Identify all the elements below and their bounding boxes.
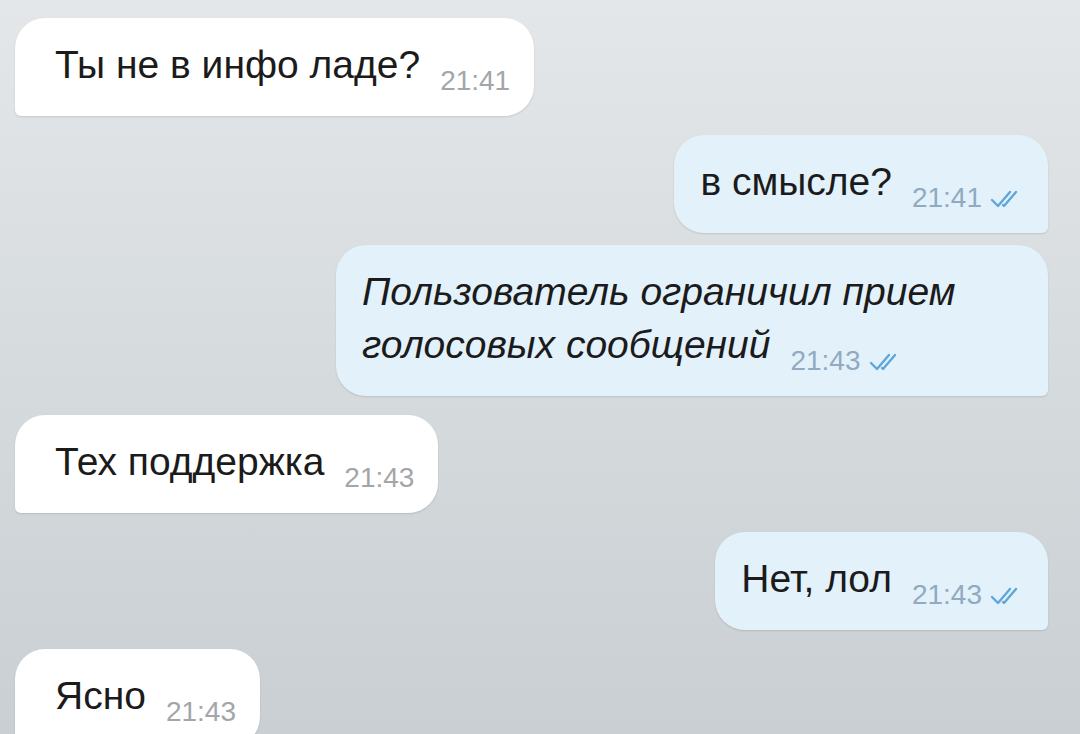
message-time: 21:43	[790, 345, 860, 376]
chat-bubble[interactable]: Ты не в инфо ладе? 21:41	[15, 18, 534, 116]
message-text: Ясно	[55, 674, 146, 717]
read-receipt-icon	[869, 352, 903, 372]
message-text: Тех поддержка	[55, 440, 324, 483]
chat-bubble[interactable]: Ясно 21:43	[15, 649, 260, 734]
message-time: 21:43	[912, 579, 982, 610]
message-meta: 21:43	[912, 581, 1024, 609]
message-time: 21:41	[440, 65, 510, 96]
message-meta: 21:41	[440, 67, 510, 95]
chat-bubble[interactable]: Тех поддержка 21:43	[15, 415, 438, 513]
message-text: Ты не в инфо ладе?	[55, 43, 420, 86]
chat-bubble[interactable]: в смысле? 21:41	[674, 135, 1048, 233]
message-text: Пользователь ограничил прием голосовых с…	[362, 270, 955, 366]
message-meta: 21:43	[790, 347, 902, 375]
message-meta: 21:43	[344, 464, 414, 492]
message-time: 21:43	[166, 696, 236, 727]
read-receipt-icon	[990, 189, 1024, 209]
message-time: 21:41	[912, 182, 982, 213]
message-text: Нет, лол	[741, 557, 892, 600]
message-text: в смысле?	[700, 160, 892, 203]
chat-bubble[interactable]: Нет, лол 21:43	[715, 532, 1048, 630]
chat-bubble[interactable]: Пользователь ограничил прием голосовых с…	[336, 245, 1048, 396]
chat-history: Ты не в инфо ладе? 21:41 в смысле? 21:41 Пол…	[0, 0, 1080, 734]
read-receipt-icon	[990, 586, 1024, 606]
message-meta: 21:43	[166, 698, 236, 726]
message-meta: 21:41	[912, 184, 1024, 212]
message-time: 21:43	[344, 462, 414, 493]
